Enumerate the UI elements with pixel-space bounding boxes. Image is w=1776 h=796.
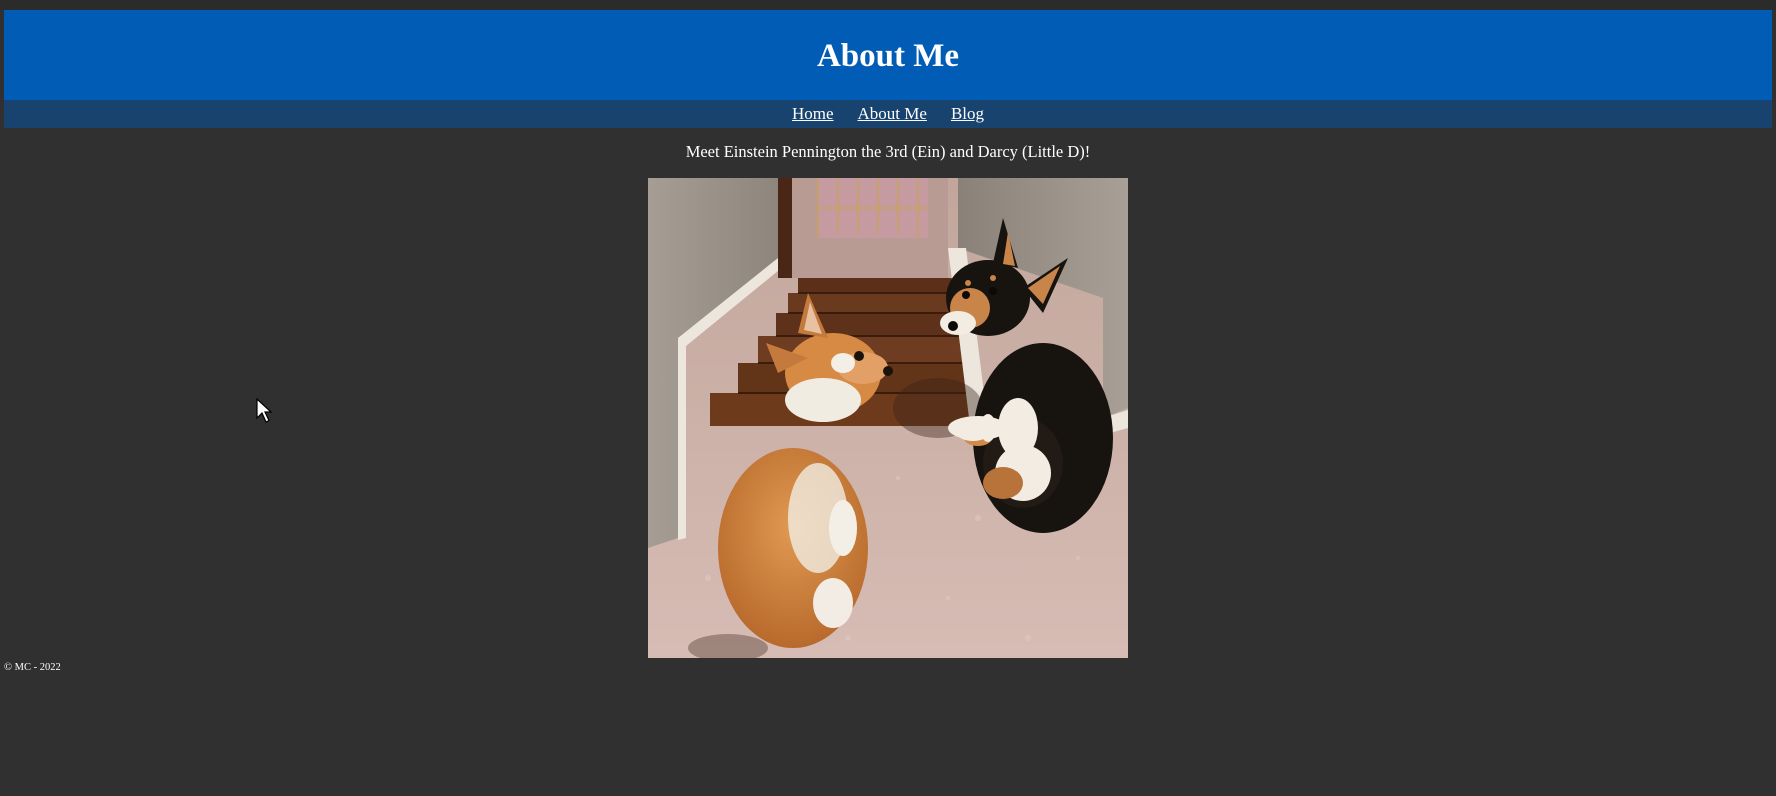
nav-bar: Home About Me Blog <box>4 100 1772 128</box>
nav-link-home[interactable]: Home <box>792 104 834 124</box>
nav-link-blog[interactable]: Blog <box>951 104 984 124</box>
page-header: About Me <box>4 10 1772 100</box>
window-top-strip <box>0 0 1776 10</box>
mouse-cursor-icon <box>256 398 272 423</box>
footer-copyright: © MC - 2022 <box>4 662 61 673</box>
dogs-photo <box>648 178 1128 658</box>
nav-link-about-me[interactable]: About Me <box>858 104 927 124</box>
intro-text: Meet Einstein Pennington the 3rd (Ein) a… <box>685 142 1091 161</box>
page-title: About Me <box>816 37 960 74</box>
